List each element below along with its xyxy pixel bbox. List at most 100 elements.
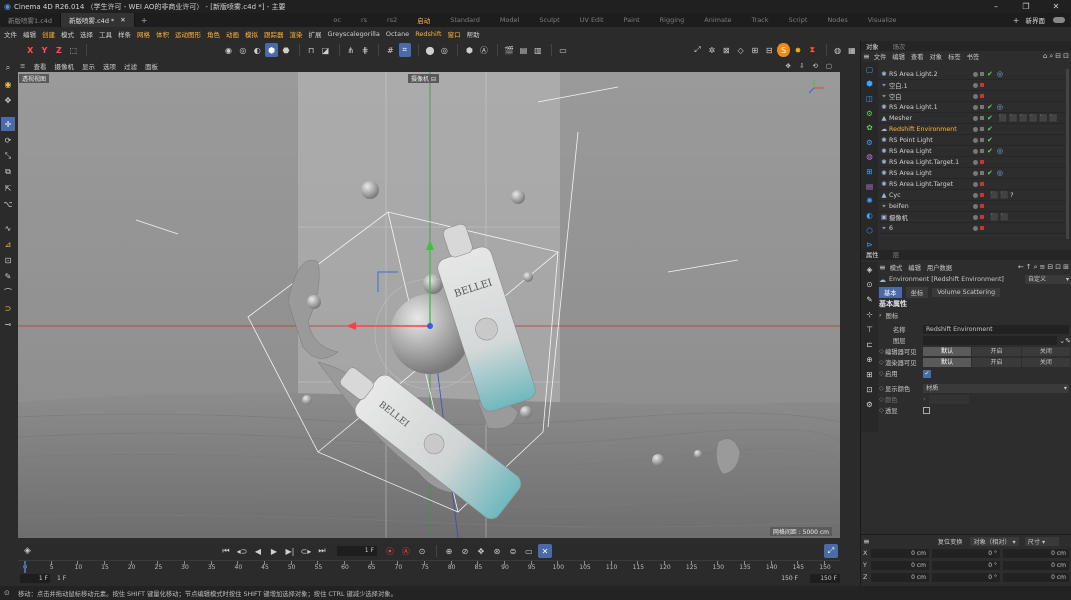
object-row[interactable]: ▲ Mesher ✔ ⬛⬛⬛⬛⬛⬛ — [879, 113, 1069, 124]
goto-start-icon[interactable]: ⏮ — [219, 544, 233, 558]
visibility-dot-icon[interactable] — [973, 170, 978, 176]
vp-menu-view[interactable]: 查看 — [33, 61, 46, 71]
layout-tab-3[interactable]: 启动 — [407, 15, 440, 25]
coord-icon[interactable]: ⊙ — [863, 278, 876, 291]
render-dot-icon[interactable] — [980, 215, 984, 219]
menu-item-2[interactable]: 创建 — [42, 29, 55, 39]
key-select-icon[interactable]: ⊙ — [415, 544, 429, 558]
color-field[interactable] — [929, 395, 969, 404]
render-dot-icon[interactable] — [980, 149, 984, 153]
object-row[interactable]: ✺ RS Area Light.1 ✔ ◎ — [879, 102, 1069, 113]
clapper-3-icon[interactable]: ▥ — [532, 43, 544, 57]
size-field[interactable]: 0 cm — [1003, 548, 1069, 558]
goto-end-icon[interactable]: ⏭ — [315, 544, 329, 558]
brush-icon[interactable]: ⌒ — [1, 285, 15, 299]
render-vis-default[interactable]: 默认 — [923, 358, 972, 367]
playhead[interactable] — [24, 561, 26, 573]
layout-tab-11[interactable]: Track — [742, 16, 779, 24]
coord-system-icon[interactable]: ⬚ — [67, 43, 79, 57]
object-row[interactable]: ▲ Cyc ⬛⬛? — [879, 190, 1069, 201]
loop-icon[interactable]: ▭ — [522, 544, 536, 558]
history-icon[interactable]: ⊏ — [863, 338, 876, 351]
axis-y-toggle[interactable]: Y — [38, 43, 50, 57]
visibility-dot-icon[interactable] — [973, 159, 978, 165]
visibility-dot-icon[interactable] — [973, 203, 978, 209]
fullscreen-icon[interactable]: ⤢ — [691, 43, 703, 57]
vp-menu-options[interactable]: 选项 — [103, 61, 116, 71]
key-rot-icon[interactable]: ⊘ — [458, 544, 472, 558]
user-icon[interactable]: ◍ — [831, 43, 843, 57]
target-circle-icon[interactable]: ◎ — [997, 169, 1003, 177]
sculpt-icon[interactable]: ⊡ — [1, 253, 15, 267]
menu-item-14[interactable]: 渲染 — [290, 29, 303, 39]
visibility-dot-icon[interactable] — [973, 148, 978, 154]
measure-icon[interactable]: ⊸ — [1, 317, 15, 331]
attr-menu-edit[interactable]: 编辑 — [908, 263, 921, 272]
attr-nav-icons[interactable]: ←↑⌕≡⊟⊡⊞ — [1018, 263, 1071, 272]
object-row[interactable]: ✺ RS Area Light.Target — [879, 179, 1069, 190]
object-name[interactable]: Redshift Environment — [889, 126, 971, 133]
nurbs-icon[interactable]: ◫ — [863, 92, 876, 105]
object-name[interactable]: 空白.1 — [889, 81, 971, 90]
layout-tab-13[interactable]: Nodes — [817, 16, 857, 24]
record-icon[interactable]: ⦿ — [383, 544, 397, 558]
target-plugin-icon[interactable]: ✸ — [792, 43, 804, 57]
spline-tool-icon[interactable]: ⊿ — [1, 237, 15, 251]
render-dot-icon[interactable] — [980, 127, 984, 131]
next-key-icon[interactable]: ⊂▸ — [299, 544, 313, 558]
axis-z-toggle[interactable]: Z — [53, 43, 65, 57]
layer-field[interactable] — [923, 336, 1058, 345]
box-icon[interactable]: ⊡ — [863, 383, 876, 396]
target-circle-icon[interactable]: ◎ — [997, 103, 1003, 111]
picture-viewer-icon[interactable]: ▭ — [557, 43, 569, 57]
toggle-icon[interactable] — [1053, 17, 1065, 23]
menu-item-12[interactable]: 模拟 — [245, 29, 258, 39]
interactive-icon[interactable]: ✲ — [706, 43, 718, 57]
menu-item-0[interactable]: 文件 — [4, 29, 17, 39]
size-field[interactable]: 0 cm — [1003, 560, 1069, 570]
object-name[interactable]: RS Area Light.Target.1 — [889, 159, 971, 166]
rotation-field[interactable]: 0 ° — [932, 572, 1000, 582]
object-name[interactable]: 摄像机 — [889, 213, 971, 222]
object-name[interactable]: RS Area Light.2 — [889, 71, 971, 78]
layout-tab-9[interactable]: Rigging — [650, 16, 695, 24]
object-name[interactable]: RS Area Light — [889, 148, 971, 155]
render-dot-icon[interactable] — [980, 160, 984, 164]
preset-dropdown[interactable]: 自定义 ▾ — [1025, 275, 1071, 284]
render-active-icon[interactable]: ⬢ — [463, 43, 475, 57]
cube-solid-icon[interactable]: ⬢ — [863, 78, 876, 91]
render-dot-icon[interactable] — [980, 116, 984, 120]
snap-icon[interactable]: ⊓ — [305, 43, 317, 57]
layout-tab-2[interactable]: rs2 — [377, 16, 407, 24]
scene-icon[interactable]: ⊞ — [863, 165, 876, 178]
coord-mode-dropdown[interactable]: 对象（相对） ▾ — [970, 536, 1019, 546]
editor-vis-on[interactable]: 开启 — [972, 347, 1021, 356]
doc-tab-2[interactable]: 新版喷雾.c4d * ✕ — [61, 13, 135, 27]
position-field[interactable]: 0 cm — [871, 548, 929, 558]
object-list-scrollbar[interactable] — [1066, 69, 1069, 239]
object-row[interactable]: ✺ RS Area Light.2 ✔ ◎ — [879, 69, 1069, 80]
camera-label[interactable]: 摄像机 ⊟ — [408, 74, 439, 83]
visibility-dot-icon[interactable] — [973, 93, 978, 99]
position-field[interactable]: 0 cm — [871, 572, 929, 582]
new-ui-label[interactable]: 新界面 — [1026, 15, 1046, 25]
rotation-field[interactable]: 0 ° — [932, 560, 1000, 570]
menu-item-3[interactable]: 模式 — [61, 29, 74, 39]
menu-item-15[interactable]: 扩展 — [309, 29, 322, 39]
tab-layers[interactable]: 层 — [893, 252, 899, 259]
tag-icon[interactable]: ⬡ — [863, 224, 876, 237]
menu-item-17[interactable]: Octane — [386, 30, 409, 38]
menu-item-8[interactable]: 体积 — [156, 29, 169, 39]
subtab-coord[interactable]: 坐标 — [905, 286, 929, 298]
size-field[interactable]: 0 cm — [1003, 572, 1069, 582]
key-pla-icon[interactable]: ⊜ — [506, 544, 520, 558]
model-mode-icon[interactable]: ⬢ — [265, 43, 278, 57]
view-tools-icon[interactable]: ≡ — [20, 62, 25, 70]
obj-menu-edit[interactable]: 编辑 — [892, 52, 905, 61]
enabled-check-icon[interactable]: ✔ — [987, 125, 993, 133]
layout-tab-7[interactable]: UV Edit — [570, 16, 614, 24]
render-dot-icon[interactable] — [980, 94, 984, 98]
camera-icon[interactable]: ▤ — [863, 180, 876, 193]
layout-tab-8[interactable]: Paint — [614, 16, 650, 24]
preview-end-field[interactable]: 150 F — [770, 574, 800, 583]
